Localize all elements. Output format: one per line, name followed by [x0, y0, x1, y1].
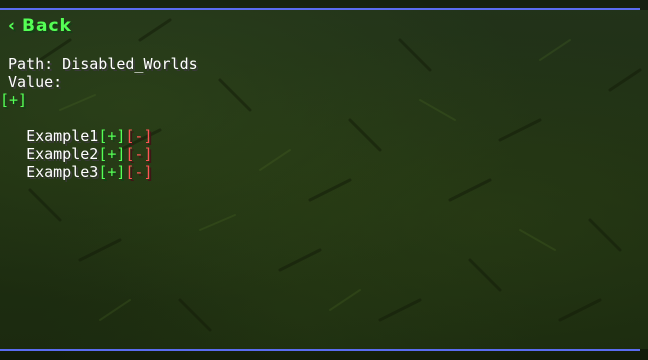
entry-name: Example3	[26, 163, 99, 181]
top-divider	[0, 8, 640, 10]
config-path: Path: Disabled_Worlds	[8, 55, 198, 73]
value-label: Value:	[8, 73, 63, 91]
chevron-left-icon: ‹	[8, 16, 17, 36]
add-after-button[interactable]: [+]	[98, 163, 125, 181]
list-item: Example3[+][-]	[8, 145, 152, 181]
back-button-label: Back	[22, 16, 72, 36]
bottom-divider	[0, 349, 640, 351]
remove-entry-button[interactable]: [-]	[125, 163, 152, 181]
add-entry-button[interactable]: [+]	[0, 91, 27, 109]
back-button[interactable]: ‹ Back	[8, 16, 72, 36]
